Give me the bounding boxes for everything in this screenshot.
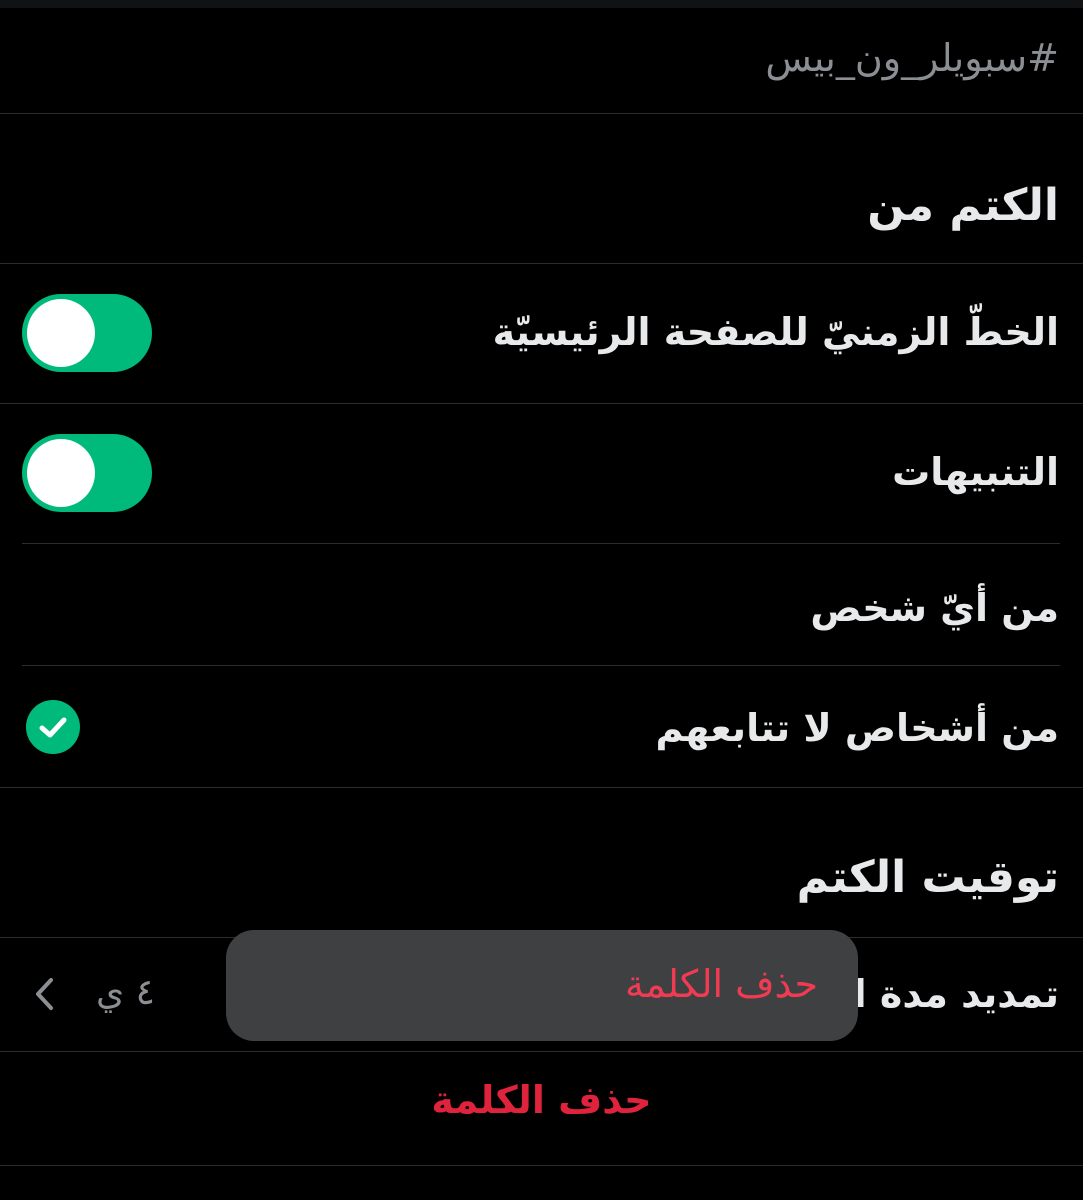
home-timeline-label: الخطّ الزمنيّ للصفحة الرئيسيّة	[492, 310, 1059, 354]
popup-delete-word-label[interactable]: حذف الكلمة	[625, 962, 818, 1006]
home-timeline-toggle[interactable]	[22, 294, 152, 372]
toggle-knob	[27, 439, 95, 507]
mute-from-heading: الكتم من	[867, 180, 1059, 231]
from-non-followed-option[interactable]: من أشخاص لا تتابعهم	[655, 706, 1059, 750]
delete-confirm-popup[interactable]: حذف الكلمة	[226, 930, 858, 1041]
divider	[22, 665, 1060, 666]
divider	[22, 543, 1060, 544]
divider	[0, 403, 1083, 404]
delete-word-button[interactable]: حذف الكلمة	[0, 1078, 1083, 1122]
muted-keyword-field[interactable]: #سبويلر_ون_بيس	[765, 36, 1059, 80]
duration-value: ٤ ي	[96, 972, 155, 1013]
divider	[0, 113, 1083, 114]
divider	[0, 1051, 1083, 1052]
chevron-left-icon[interactable]	[30, 974, 60, 1018]
divider	[0, 263, 1083, 264]
notifications-label: التنبيهات	[892, 450, 1059, 494]
divider	[0, 787, 1083, 788]
notifications-toggle[interactable]	[22, 434, 152, 512]
toggle-knob	[27, 299, 95, 367]
mute-word-settings-screen: #سبويلر_ون_بيس الكتم من الخطّ الزمنيّ لل…	[0, 0, 1083, 1200]
bottom-area	[0, 1166, 1083, 1200]
mute-timing-heading: توقيت الكتم	[796, 852, 1059, 903]
checkmark-icon	[26, 700, 80, 754]
from-anyone-option[interactable]: من أيّ شخص	[810, 586, 1059, 630]
status-strip	[0, 0, 1083, 8]
